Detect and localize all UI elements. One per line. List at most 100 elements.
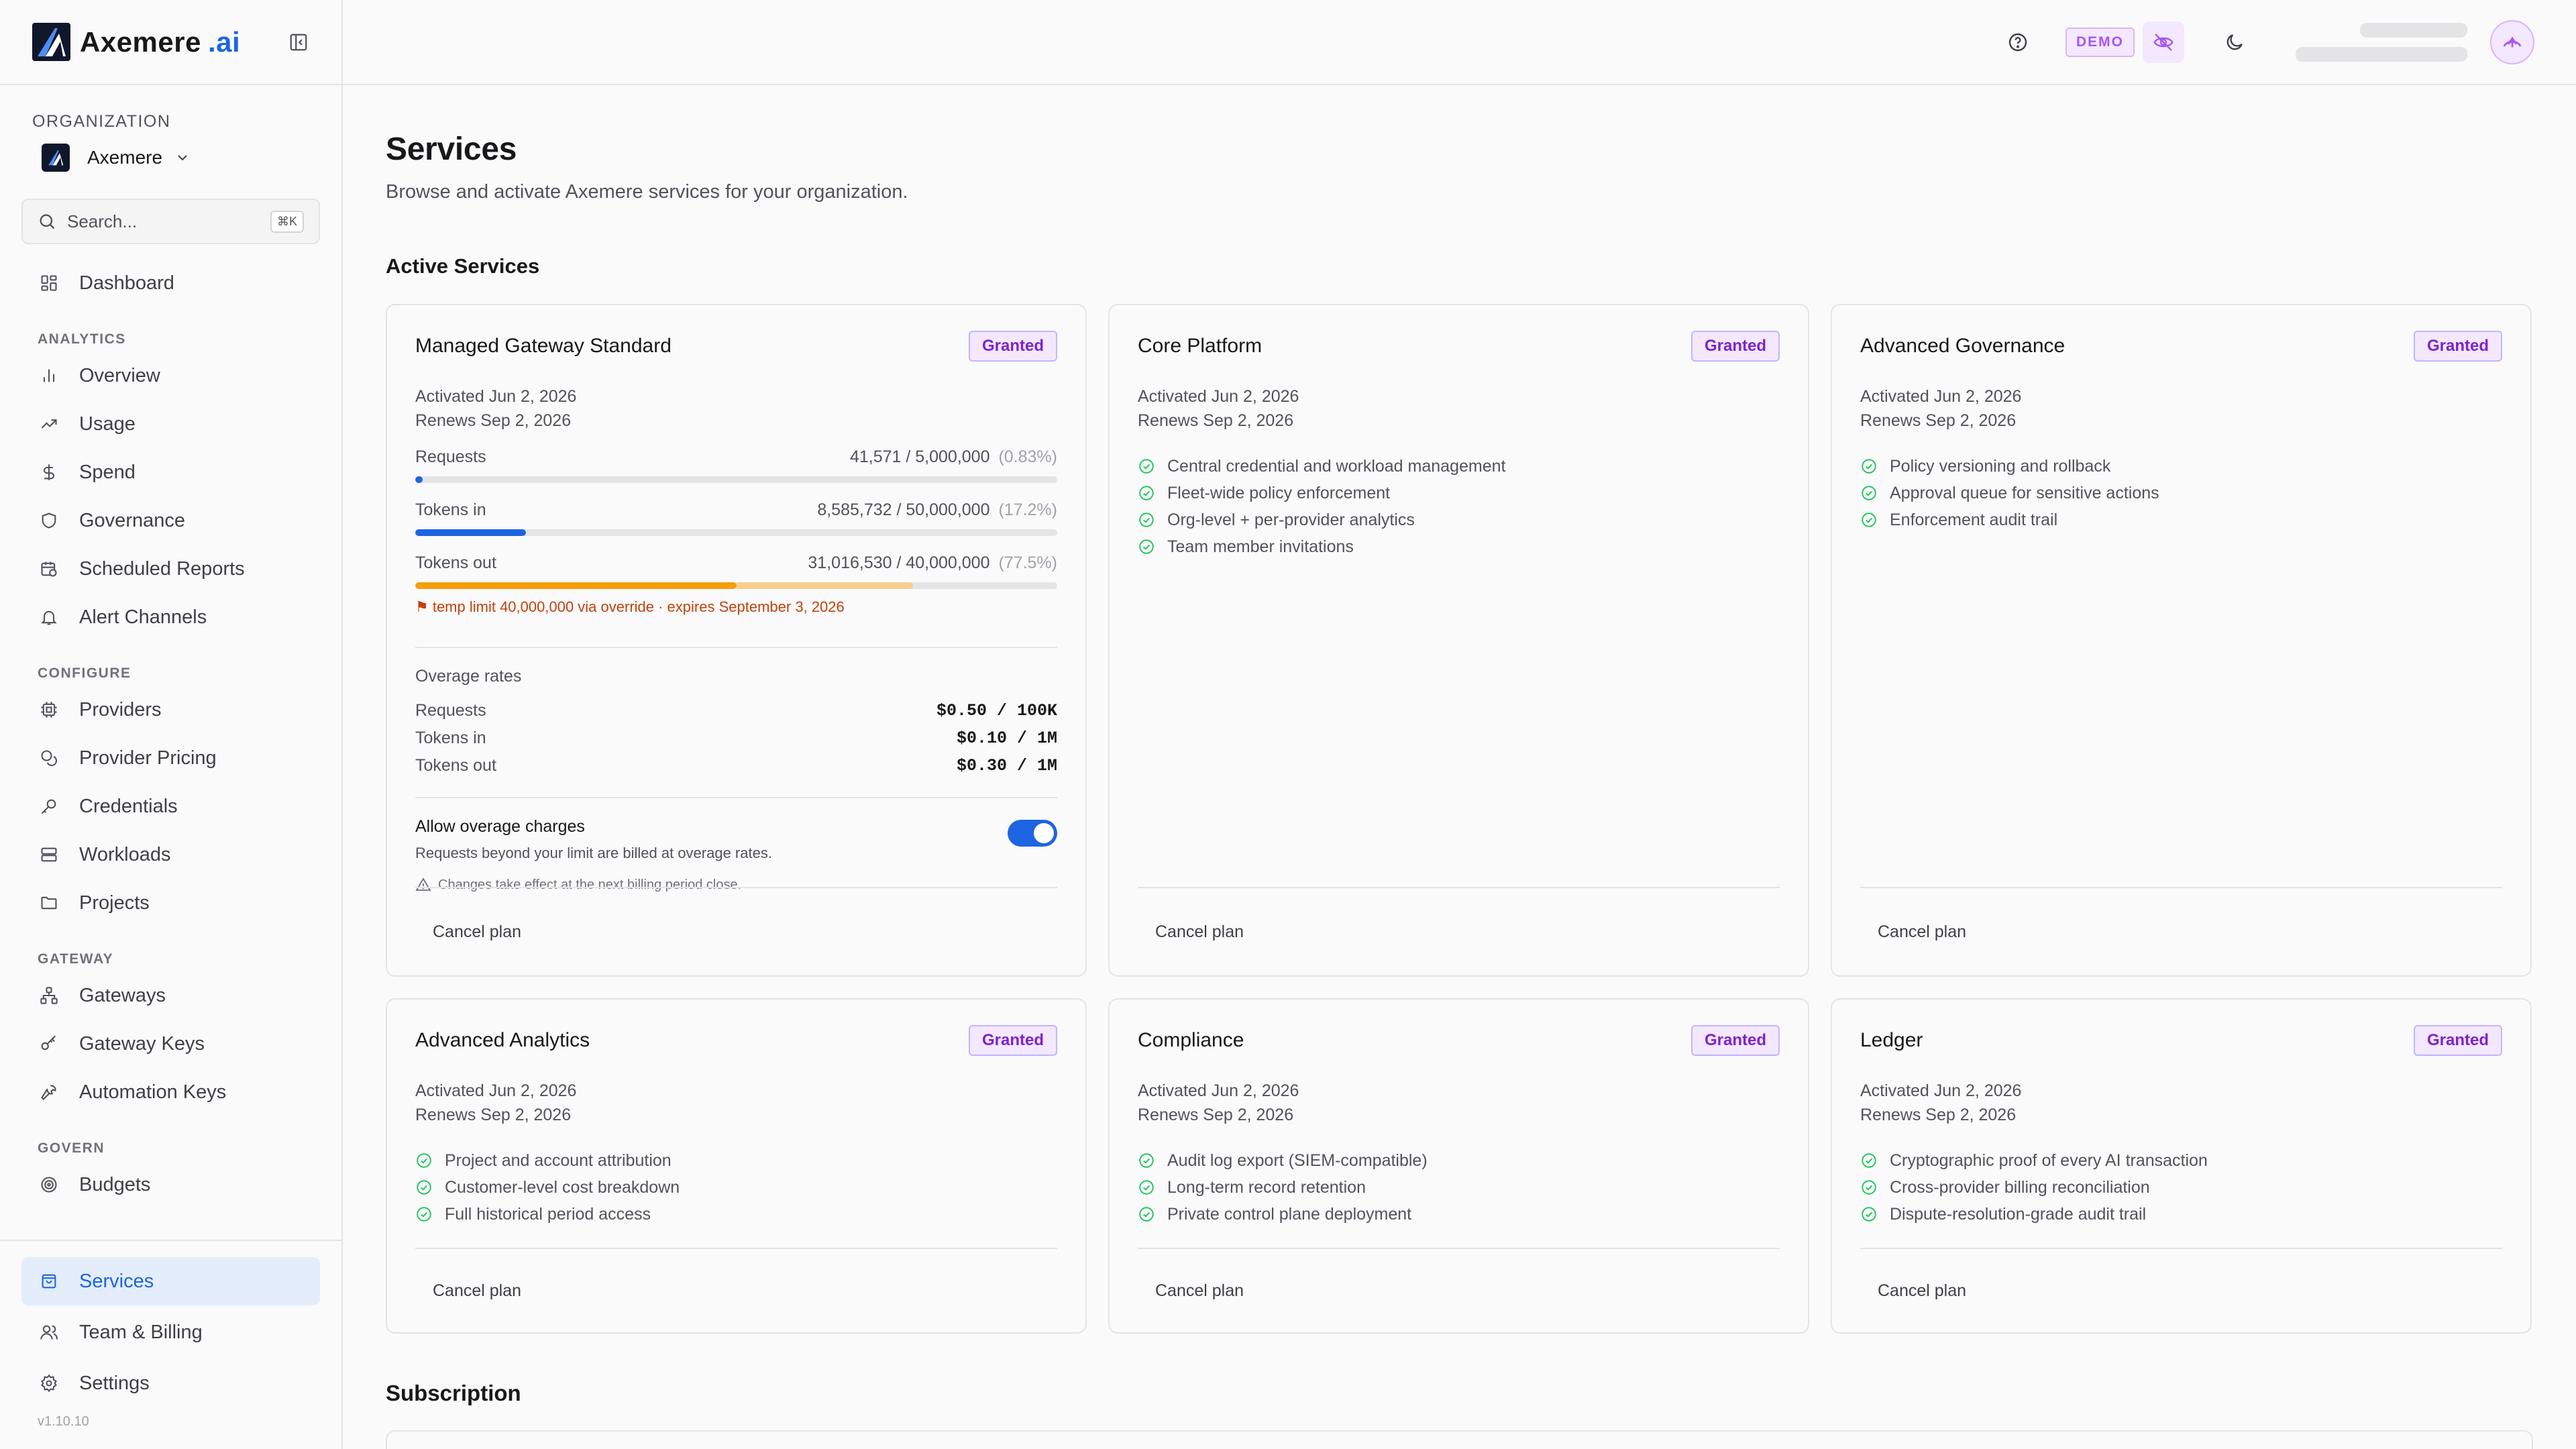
- sidebar-item-workloads[interactable]: Workloads: [21, 830, 320, 879]
- page-subtitle: Browse and activate Axemere services for…: [386, 181, 908, 203]
- eye-off-icon: [2153, 33, 2174, 51]
- page-content: Services Browse and activate Axemere ser…: [343, 85, 2576, 1449]
- cancel-plan-button[interactable]: Cancel plan: [1860, 1249, 2502, 1332]
- users-icon: [38, 1321, 60, 1344]
- usage-bar-override: [736, 582, 913, 589]
- search-shortcut: ⌘K: [270, 210, 304, 233]
- allow-overage-toggle[interactable]: [1008, 820, 1057, 847]
- sidebar-item-settings[interactable]: Settings: [21, 1359, 320, 1407]
- sidebar-bottom: Services Team & Billing Settings v1.10.1…: [0, 1240, 341, 1430]
- check-circle-icon: [1138, 484, 1155, 502]
- sidebar-item-scheduled-reports[interactable]: Scheduled Reports: [21, 545, 320, 593]
- feature-list: Cryptographic proof of every AI transact…: [1860, 1147, 2502, 1228]
- cancel-plan-button[interactable]: Cancel plan: [415, 1249, 1057, 1332]
- sidebar-item-services[interactable]: Services: [21, 1257, 320, 1305]
- search-placeholder: Search...: [67, 211, 138, 231]
- org-switcher[interactable]: Axemere: [32, 144, 309, 172]
- cancel-plan-button[interactable]: Cancel plan: [1138, 1249, 1780, 1332]
- usage-label: Tokens out: [415, 553, 496, 572]
- search-input[interactable]: Search... ⌘K: [21, 199, 320, 244]
- usage-percent: (0.83%): [998, 447, 1057, 466]
- service-title: Advanced Analytics: [415, 1029, 590, 1051]
- help-button[interactable]: [1997, 21, 2039, 63]
- sidebar-item-automation-keys[interactable]: Automation Keys: [21, 1068, 320, 1116]
- service-card-compliance: Compliance Granted Activated Jun 2, 2026…: [1108, 998, 1809, 1334]
- org-label: ORGANIZATION: [32, 112, 171, 131]
- cancel-plan-button[interactable]: Cancel plan: [1860, 888, 2502, 975]
- sidebar-item-provider-pricing[interactable]: Provider Pricing: [21, 734, 320, 782]
- sidebar-item-label: Automation Keys: [79, 1081, 227, 1103]
- service-title: Core Platform: [1138, 335, 1263, 357]
- check-circle-icon: [1860, 458, 1878, 475]
- renews-date: Renews Sep 2, 2026: [1138, 1106, 1294, 1124]
- feature-text: Fleet-wide policy enforcement: [1167, 483, 1391, 502]
- feature-text: Dispute-resolution-grade audit trail: [1890, 1204, 2147, 1224]
- feature-text: Team member invitations: [1167, 537, 1354, 556]
- folder-icon: [38, 892, 60, 914]
- user-info-placeholder: [2296, 22, 2467, 62]
- sidebar-item-spend[interactable]: Spend: [21, 448, 320, 496]
- hide-values-button[interactable]: [2143, 21, 2184, 63]
- feature-item: Approval queue for sensitive actions: [1860, 480, 2502, 506]
- activated-date: Activated Jun 2, 2026: [1860, 1081, 2022, 1100]
- coins-icon: [38, 747, 60, 769]
- collapse-sidebar-button[interactable]: [286, 30, 311, 54]
- sidebar-item-dashboard[interactable]: Dashboard: [21, 259, 320, 307]
- feature-item: Cross-provider billing reconciliation: [1860, 1174, 2502, 1201]
- cancel-plan-button[interactable]: Cancel plan: [415, 888, 1057, 975]
- feature-text: Enforcement audit trail: [1890, 510, 2058, 529]
- theme-toggle-button[interactable]: [2214, 21, 2255, 63]
- sidebar-item-overview[interactable]: Overview: [21, 352, 320, 400]
- sidebar-item-providers[interactable]: Providers: [21, 686, 320, 734]
- usage-value: 31,016,530 / 40,000,000: [808, 553, 990, 572]
- rate-label: Tokens in: [415, 729, 486, 747]
- user-email-skeleton: [2296, 46, 2467, 62]
- sidebar-item-gateway-keys[interactable]: Gateway Keys: [21, 1020, 320, 1068]
- brand-name: Axemere .ai: [80, 25, 241, 58]
- sidebar-item-label: Team & Billing: [79, 1321, 203, 1343]
- sidebar-item-projects[interactable]: Projects: [21, 879, 320, 927]
- service-card-ledger: Ledger Granted Activated Jun 2, 2026 Ren…: [1831, 998, 2532, 1334]
- feature-item: Audit log export (SIEM-compatible): [1138, 1147, 1780, 1174]
- sidebar-item-credentials[interactable]: Credentials: [21, 782, 320, 830]
- activated-date: Activated Jun 2, 2026: [1138, 387, 1299, 406]
- feature-item: Dispute-resolution-grade audit trail: [1860, 1201, 2502, 1228]
- card-footer: Cancel plan: [415, 887, 1057, 975]
- service-card-managed-gateway: Managed Gateway Standard Granted Activat…: [386, 304, 1087, 977]
- key-round-icon: [38, 1032, 60, 1055]
- sidebar-item-gateways[interactable]: Gateways: [21, 971, 320, 1020]
- trending-up-icon: [38, 413, 60, 435]
- feature-text: Audit log export (SIEM-compatible): [1167, 1150, 1428, 1170]
- rate-row: Tokens out $0.30 / 1M: [415, 756, 1057, 775]
- dashboard-icon: [38, 272, 60, 294]
- user-name-skeleton: [2360, 22, 2467, 38]
- feature-text: Cross-provider billing reconciliation: [1890, 1177, 2150, 1197]
- service-card-advanced-analytics: Advanced Analytics Granted Activated Jun…: [386, 998, 1087, 1334]
- check-circle-icon: [1138, 511, 1155, 529]
- check-circle-icon: [1860, 1205, 1878, 1223]
- status-badge: Granted: [968, 331, 1057, 362]
- usage-value: 41,571 / 5,000,000: [849, 447, 990, 466]
- usage-percent: (17.2%): [998, 500, 1057, 519]
- sidebar-item-budgets[interactable]: Budgets: [21, 1161, 320, 1209]
- nav-group-govern: GOVERN: [38, 1140, 105, 1156]
- avatar[interactable]: [2490, 19, 2534, 64]
- feature-list: Project and account attribution Customer-…: [415, 1147, 1057, 1228]
- network-icon: [38, 984, 60, 1007]
- sidebar-item-label: Spend: [79, 461, 136, 483]
- sidebar-item-alert-channels[interactable]: Alert Channels: [21, 593, 320, 641]
- subscription-heading: Subscription: [386, 1381, 521, 1405]
- renews-date: Renews Sep 2, 2026: [1138, 411, 1294, 430]
- feature-item: Fleet-wide policy enforcement: [1138, 480, 1780, 506]
- sidebar-item-usage[interactable]: Usage: [21, 400, 320, 448]
- sidebar-item-governance[interactable]: Governance: [21, 496, 320, 545]
- cancel-plan-button[interactable]: Cancel plan: [1138, 888, 1780, 975]
- usage-bar: [415, 582, 1057, 589]
- usage-row-tokens-in: Tokens in 8,585,732 / 50,000,000 (17.2%): [415, 500, 1057, 536]
- sidebar-item-team-billing[interactable]: Team & Billing: [21, 1308, 320, 1356]
- feature-item: Full historical period access: [415, 1201, 1057, 1228]
- help-circle-icon: [2008, 33, 2027, 51]
- status-badge: Granted: [2413, 1025, 2502, 1056]
- divider: [415, 797, 1057, 798]
- activated-date: Activated Jun 2, 2026: [415, 387, 577, 406]
